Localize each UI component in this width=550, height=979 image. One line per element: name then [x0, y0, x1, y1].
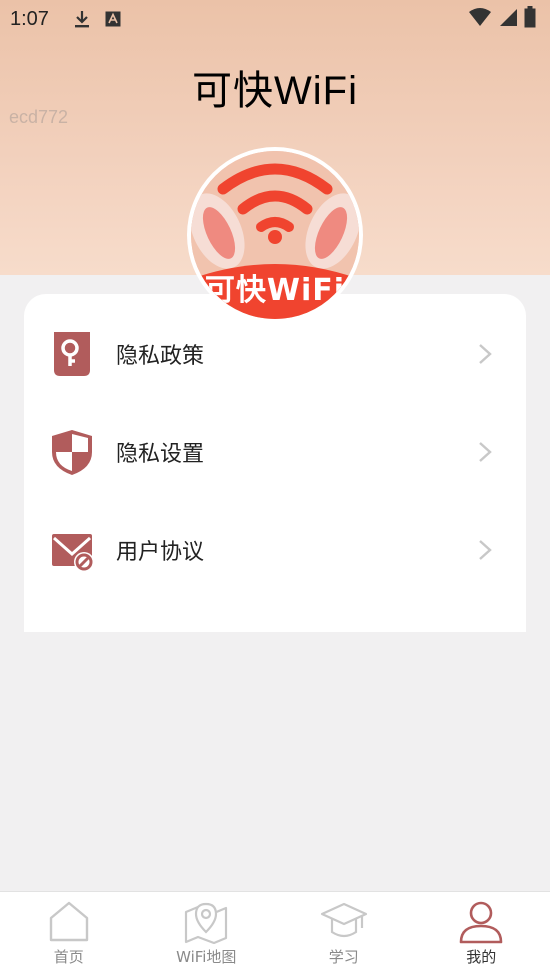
user-icon — [459, 901, 503, 944]
home-icon — [49, 901, 88, 942]
tab-label: 学习 — [328, 948, 359, 966]
graduation-cap-icon — [320, 902, 367, 938]
page-title: 可快WiFi — [192, 69, 358, 113]
menu-item-label: 隐私政策 — [116, 344, 205, 369]
download-icon — [74, 11, 89, 28]
tab-wifi-map[interactable]: WiFi地图 — [138, 892, 276, 979]
tab-label: 我的 — [466, 948, 497, 966]
menu-item-user-agreement[interactable]: 用户协议 — [24, 501, 526, 599]
tab-home[interactable]: 首页 — [0, 892, 138, 979]
key-document-icon — [54, 332, 90, 376]
tab-study[interactable]: 学习 — [275, 892, 413, 979]
chevron-right-icon — [479, 540, 492, 560]
menu-card: 隐私政策 隐私设置 用户协议 — [24, 294, 526, 632]
tab-mine[interactable]: 我的 — [413, 892, 550, 979]
shield-icon — [52, 430, 92, 475]
status-time: 1:07 — [10, 7, 49, 30]
cell-signal-icon — [500, 9, 517, 26]
bottom-tab-bar: 首页 WiFi地图 学习 我的 — [0, 891, 550, 979]
chevron-right-icon — [479, 344, 492, 364]
map-pin-icon — [185, 902, 228, 944]
chevron-right-icon — [479, 442, 492, 462]
battery-icon — [524, 6, 536, 28]
tab-label: WiFi地图 — [176, 948, 237, 966]
device-id: ecd772 — [9, 107, 69, 127]
menu-item-label: 隐私设置 — [116, 442, 205, 467]
text-a-icon — [105, 11, 121, 27]
tab-label: 首页 — [53, 948, 84, 966]
app-logo: 可快WiFi — [187, 147, 363, 323]
status-bar: 1:07 — [0, 0, 550, 38]
mail-blocked-icon — [52, 534, 94, 572]
wifi-signal-icon — [469, 8, 491, 26]
menu-item-label: 用户协议 — [116, 540, 205, 565]
logo-text: 可快WiFi — [204, 273, 346, 308]
menu-item-privacy-settings[interactable]: 隐私设置 — [24, 403, 526, 501]
